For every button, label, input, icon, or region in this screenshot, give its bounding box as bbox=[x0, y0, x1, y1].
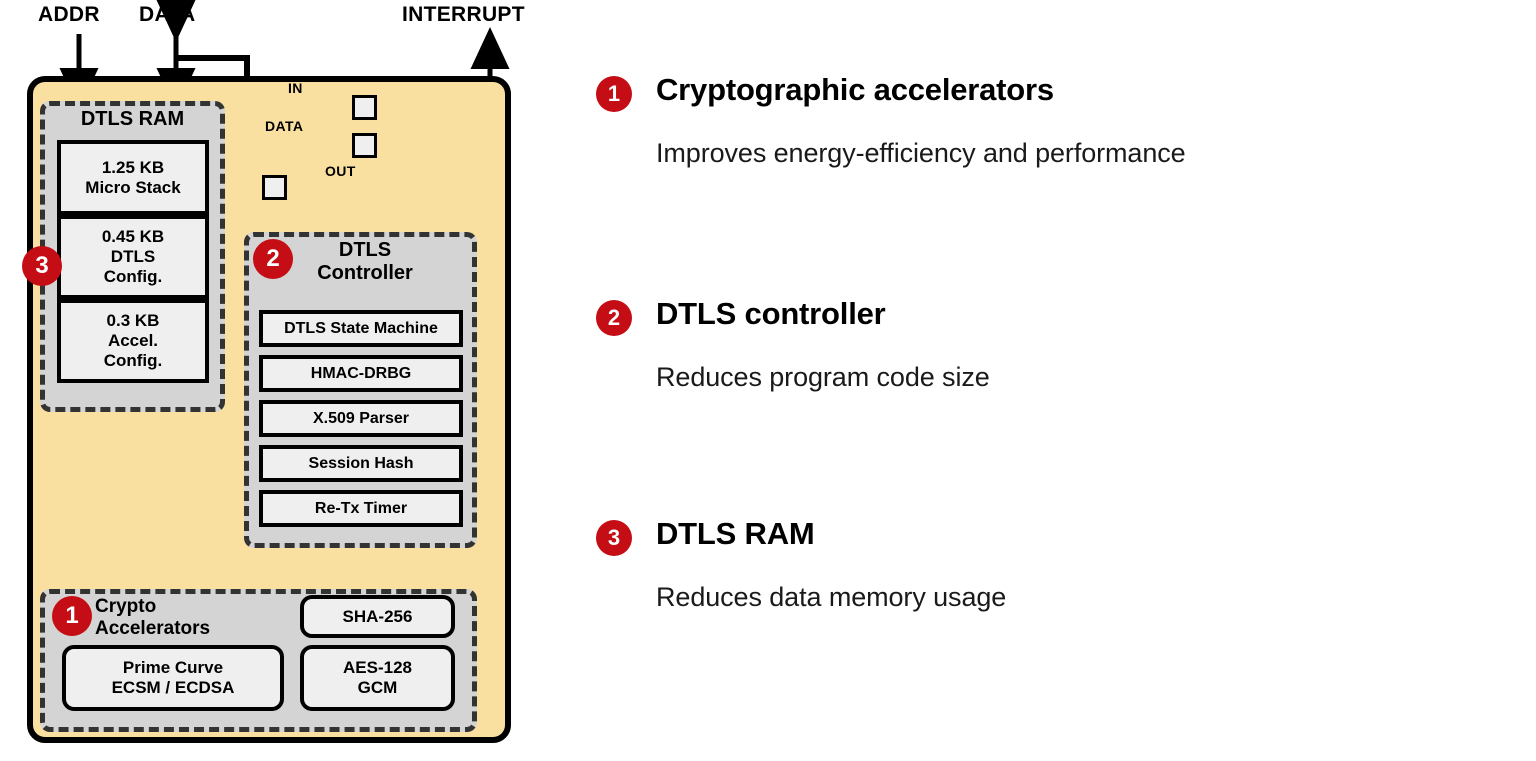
soc-block-diagram: ADDR DATA INTERRUPT DTLS RAM 1.25 KB Mic… bbox=[0, 0, 580, 761]
feature-badge-1: 1 bbox=[596, 76, 632, 112]
group-crypto-accelerators-title: Crypto Accelerators bbox=[95, 596, 211, 639]
signal-label-in: IN bbox=[288, 80, 303, 96]
ctrl-cell-hmac-drbg: HMAC-DRBG bbox=[259, 355, 463, 392]
feature-title-1: Cryptographic accelerators bbox=[656, 72, 1054, 107]
feature-description-3: Reduces data memory usage bbox=[656, 582, 1007, 612]
feature-title-3: DTLS RAM bbox=[656, 516, 815, 551]
signal-label-data: DATA bbox=[265, 118, 304, 134]
feature-badge-3: 3 bbox=[596, 520, 632, 556]
crypto-cell-sha256: SHA-256 bbox=[300, 595, 455, 638]
ctrl-cell-state-machine: DTLS State Machine bbox=[259, 310, 463, 347]
io-label-addr: ADDR bbox=[38, 3, 100, 26]
diagram-badge-1: 1 bbox=[52, 596, 92, 636]
page-root: ADDR DATA INTERRUPT DTLS RAM 1.25 KB Mic… bbox=[0, 0, 1536, 761]
ram-cell-accel-config: 0.3 KB Accel. Config. bbox=[57, 299, 209, 383]
ctrl-cell-retx-timer: Re-Tx Timer bbox=[259, 490, 463, 527]
crypto-cell-prime-curve: Prime Curve ECSM / ECDSA bbox=[62, 645, 284, 711]
feature-badge-2: 2 bbox=[596, 300, 632, 336]
ram-cell-micro-stack: 1.25 KB Micro Stack bbox=[57, 140, 209, 215]
register-in bbox=[352, 95, 377, 120]
io-label-data: DATA bbox=[139, 3, 196, 26]
ram-cell-dtls-config: 0.45 KB DTLS Config. bbox=[57, 215, 209, 299]
feature-description-1: Improves energy-efficiency and performan… bbox=[656, 138, 1186, 168]
ctrl-cell-session-hash: Session Hash bbox=[259, 445, 463, 482]
feature-title-2: DTLS controller bbox=[656, 296, 886, 331]
signal-label-out: OUT bbox=[325, 163, 356, 179]
ctrl-cell-x509-parser: X.509 Parser bbox=[259, 400, 463, 437]
io-label-interrupt: INTERRUPT bbox=[402, 3, 525, 26]
feature-description-2: Reduces program code size bbox=[656, 362, 990, 392]
group-dtls-controller-title: DTLS Controller bbox=[317, 239, 413, 284]
register-out bbox=[262, 175, 287, 200]
diagram-badge-2: 2 bbox=[253, 239, 293, 279]
register-data bbox=[352, 133, 377, 158]
feature-list-panel: 1 Cryptographic accelerators Improves en… bbox=[580, 0, 1536, 761]
group-dtls-ram-title: DTLS RAM bbox=[80, 108, 185, 130]
crypto-cell-aes128-gcm: AES-128 GCM bbox=[300, 645, 455, 711]
diagram-badge-3: 3 bbox=[22, 246, 62, 286]
